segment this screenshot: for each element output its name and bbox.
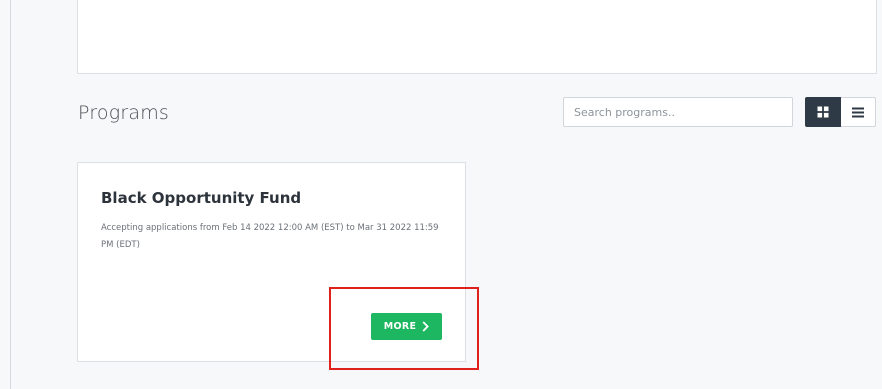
page-canvas: Programs Black Opportunity Fund Acceptin… <box>0 0 882 389</box>
content-left-border <box>10 0 11 389</box>
more-button[interactable]: MORE <box>371 313 442 340</box>
top-content-panel <box>77 0 877 74</box>
list-icon <box>852 107 864 117</box>
grid-icon <box>817 106 829 118</box>
section-title: Programs <box>78 102 170 124</box>
grid-view-button[interactable] <box>805 97 841 127</box>
chevron-right-icon <box>422 321 430 332</box>
more-button-label: MORE <box>383 321 417 332</box>
program-dates: Accepting applications from Feb 14 2022 … <box>101 223 439 250</box>
program-name: Black Opportunity Fund <box>101 189 302 207</box>
search-programs-input[interactable] <box>563 97 793 127</box>
list-view-button[interactable] <box>841 97 876 127</box>
